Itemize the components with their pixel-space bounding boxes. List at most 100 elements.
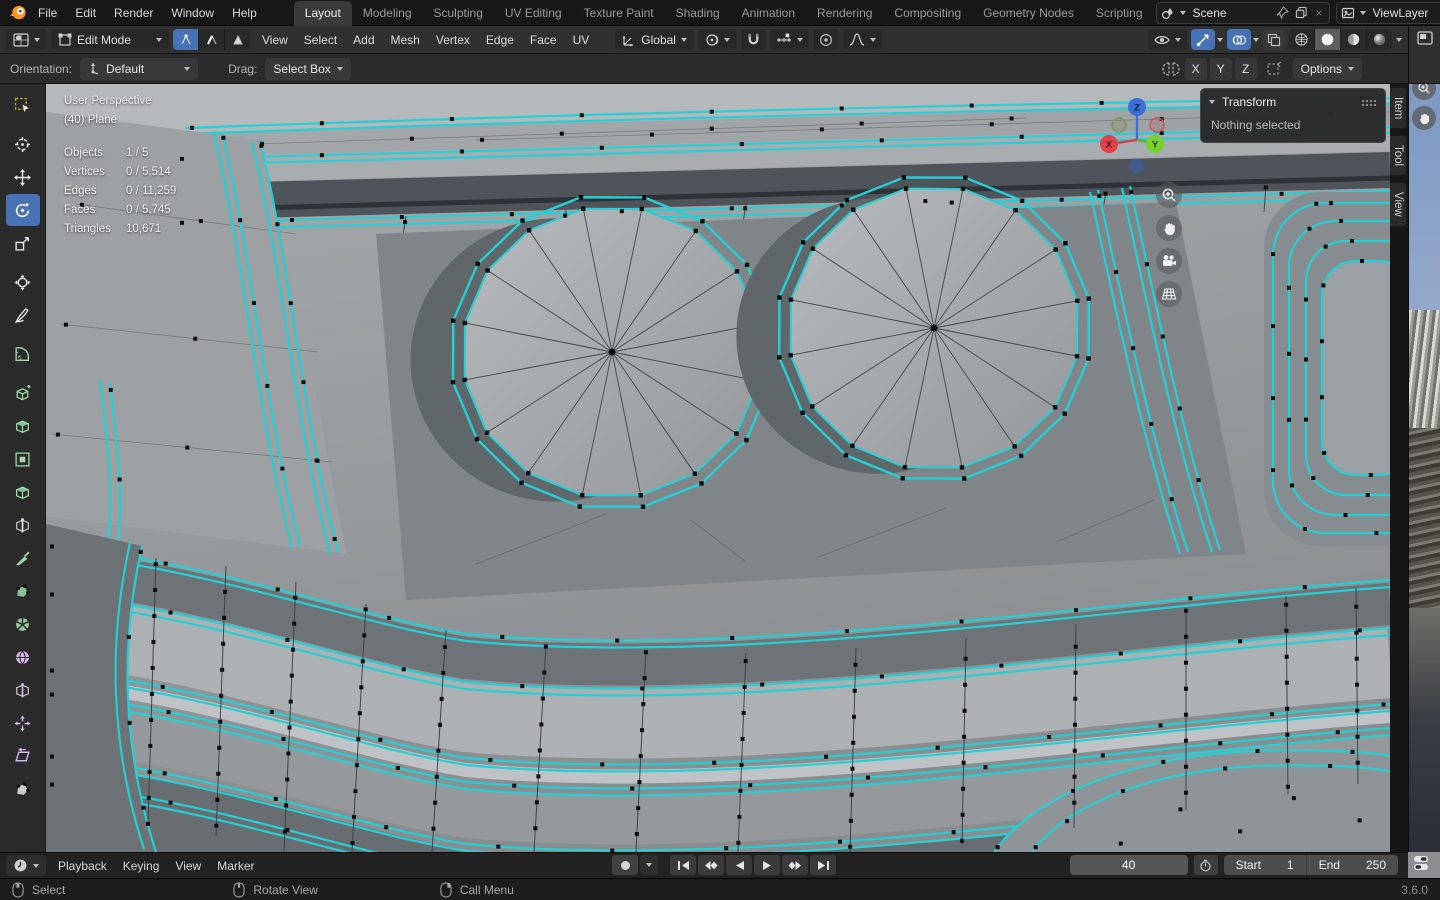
viewlayer-selector[interactable]: ViewLayer × xyxy=(1335,1,1440,24)
camera-view-button[interactable] xyxy=(1156,248,1182,274)
use-preview-range-toggle[interactable] xyxy=(1193,855,1218,875)
wireframe-shading-button[interactable] xyxy=(1289,29,1315,50)
mirror-icon[interactable] xyxy=(1161,61,1181,77)
editor-type-button[interactable] xyxy=(6,29,47,50)
workspace-tab[interactable]: Rendering xyxy=(806,1,883,26)
timeline-editor-type-button[interactable] xyxy=(6,855,46,876)
tool-extrude-region[interactable] xyxy=(5,410,40,442)
pan-button[interactable] xyxy=(1156,215,1182,241)
play-button[interactable] xyxy=(754,855,780,875)
options-dropdown[interactable]: Options xyxy=(1292,57,1362,80)
tool-scale[interactable] xyxy=(5,227,40,259)
workspace-tab[interactable]: Animation xyxy=(731,1,806,26)
viewlayer-name[interactable]: ViewLayer xyxy=(1371,6,1440,20)
mirror-axis-button[interactable]: Y xyxy=(1209,57,1232,80)
workspace-tab[interactable]: Modeling xyxy=(352,1,423,26)
viewport-menu-item[interactable]: Add xyxy=(345,28,382,52)
tool-transform[interactable] xyxy=(5,266,40,298)
tool-spin[interactable] xyxy=(5,608,40,640)
menu-item[interactable]: Help xyxy=(223,2,266,24)
viewport-menu-item[interactable]: Face xyxy=(522,28,565,52)
pin-icon[interactable] xyxy=(1276,5,1290,20)
tool-poly-build[interactable] xyxy=(5,575,40,607)
end-frame-field[interactable]: End 250 xyxy=(1307,855,1398,875)
tool-loop-cut[interactable] xyxy=(5,509,40,541)
timeline-menu-item[interactable]: View xyxy=(167,855,209,877)
tool-select-box[interactable] xyxy=(5,89,40,121)
snap-toggle[interactable] xyxy=(740,29,766,50)
blender-logo-icon[interactable] xyxy=(8,3,27,22)
pivot-dropdown[interactable] xyxy=(697,29,737,50)
sidebar-tab[interactable]: View xyxy=(1390,182,1407,228)
jump-to-end-button[interactable] xyxy=(810,855,836,875)
transform-panel[interactable]: Transform Nothing selected xyxy=(1200,88,1386,143)
proportional-editing-toggle[interactable] xyxy=(812,29,839,50)
workspace-tab[interactable]: UV Editing xyxy=(494,1,573,26)
new-scene-icon[interactable] xyxy=(1295,6,1309,20)
side-editor[interactable] xyxy=(1408,84,1440,852)
viewport-menu-item[interactable]: Mesh xyxy=(383,28,428,52)
xray-toggle[interactable] xyxy=(1263,28,1285,51)
viewport-menu-item[interactable]: View xyxy=(254,28,296,52)
workspace-tab[interactable]: Sculpting xyxy=(423,1,494,26)
mirror-axis-button[interactable]: X xyxy=(1184,57,1207,80)
menu-item[interactable]: Edit xyxy=(66,2,105,24)
menu-item[interactable]: Render xyxy=(105,2,162,24)
tool-rotate[interactable] xyxy=(5,194,40,226)
workspace-tab[interactable]: Texture Paint xyxy=(573,1,665,26)
sidebar-tab[interactable]: Tool xyxy=(1390,135,1407,177)
timeline-menu-item[interactable]: Keying xyxy=(115,855,168,877)
workspace-tab[interactable]: Scripting xyxy=(1085,1,1154,26)
navigation-gizmo[interactable]: Z X Y xyxy=(1094,96,1180,182)
viewport-menu-item[interactable]: Select xyxy=(296,28,345,52)
tool-orientation-dropdown[interactable]: Default xyxy=(80,57,199,80)
snap-base-icon[interactable] xyxy=(1265,61,1285,77)
panel-grip-icon[interactable] xyxy=(1361,98,1377,106)
tool-annotate[interactable] xyxy=(5,299,40,331)
previous-keyframe-button[interactable] xyxy=(698,855,724,875)
pan-button[interactable] xyxy=(1412,106,1436,130)
scene-selector[interactable]: Scene × xyxy=(1155,1,1330,24)
auto-keying-toggle[interactable] xyxy=(612,855,638,875)
play-reverse-button[interactable] xyxy=(726,855,752,875)
orientation-dropdown[interactable]: Global xyxy=(615,29,694,50)
menu-item[interactable]: Window xyxy=(162,2,223,24)
timeline-menu-item[interactable]: Playback xyxy=(50,855,115,877)
sidebar-tab[interactable]: Item xyxy=(1390,87,1407,130)
mode-dropdown[interactable]: Edit Mode xyxy=(51,29,169,50)
edge-select-button[interactable] xyxy=(199,29,225,50)
material-shading-button[interactable] xyxy=(1341,29,1367,50)
tool-shear[interactable] xyxy=(5,740,40,772)
tool-shrink-fatten[interactable] xyxy=(5,707,40,739)
viewport-menu-item[interactable]: Edge xyxy=(478,28,522,52)
workspace-tab[interactable]: Geometry Nodes xyxy=(972,1,1085,26)
tool-edge-slide[interactable] xyxy=(5,674,40,706)
jump-to-start-button[interactable] xyxy=(670,855,696,875)
snap-target-dropdown[interactable] xyxy=(769,29,809,50)
tool-cursor[interactable] xyxy=(5,128,40,160)
face-select-button[interactable] xyxy=(225,29,250,50)
gizmos-toggle[interactable] xyxy=(1191,29,1223,50)
orthographic-toggle-button[interactable] xyxy=(1156,281,1182,307)
drag-dropdown[interactable]: Select Box xyxy=(265,57,351,80)
rendered-shading-button[interactable] xyxy=(1367,29,1392,50)
tool-measure[interactable] xyxy=(5,338,40,370)
visibility-dropdown[interactable] xyxy=(1148,29,1187,50)
solid-shading-button[interactable] xyxy=(1315,29,1341,50)
viewport-menu-item[interactable]: UV xyxy=(565,28,598,52)
keying-set-dropdown[interactable] xyxy=(640,855,658,875)
mirror-axis-button[interactable]: Z xyxy=(1234,57,1257,80)
panel-collapse-icon[interactable] xyxy=(1209,100,1215,104)
menu-item[interactable]: File xyxy=(29,2,66,24)
timeline-menu-item[interactable]: Marker xyxy=(209,855,262,877)
next-keyframe-button[interactable] xyxy=(782,855,808,875)
start-frame-field[interactable]: Start 1 xyxy=(1224,855,1307,875)
overlays-toggle[interactable] xyxy=(1227,29,1259,50)
viewport-menu-item[interactable]: Vertex xyxy=(428,28,478,52)
side-timeline-icon[interactable] xyxy=(1412,854,1430,872)
workspace-tab[interactable]: Layout xyxy=(293,0,352,26)
3d-viewport[interactable]: User Perspective (40) Plane Objects 1 / 5… xyxy=(46,84,1390,852)
zoom-button[interactable] xyxy=(1156,182,1182,208)
tool-move[interactable] xyxy=(5,161,40,193)
proportional-falloff-dropdown[interactable] xyxy=(842,29,882,50)
